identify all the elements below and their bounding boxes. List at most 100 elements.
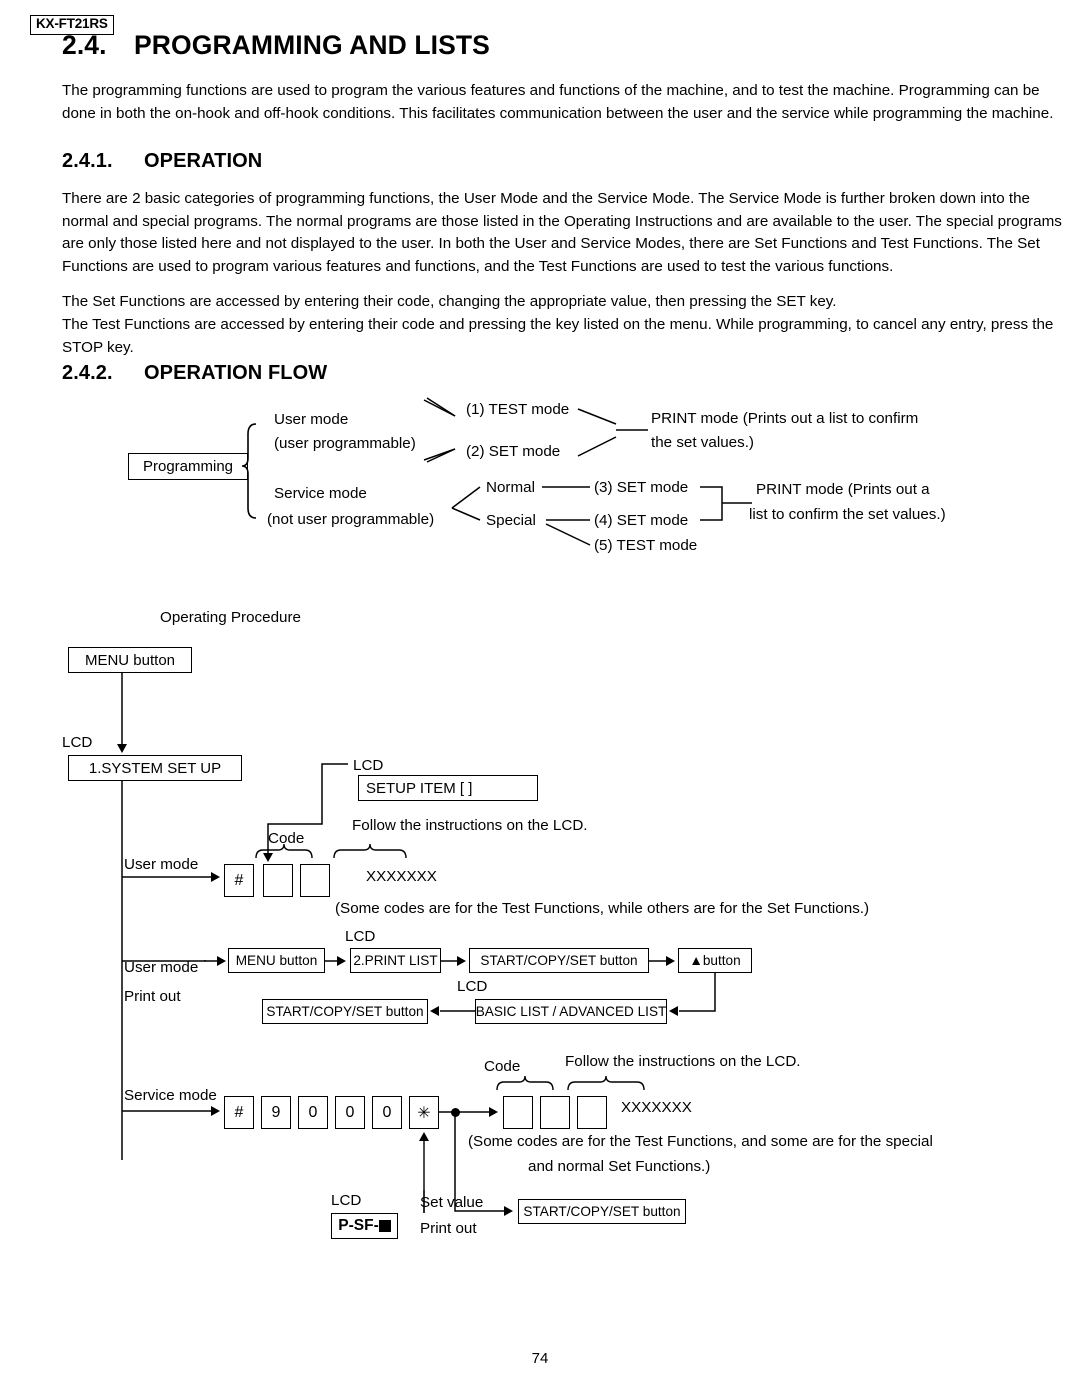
section-operation-flow-number: 2.4.2. (62, 362, 113, 384)
service-mode-label: Service mode (124, 1087, 217, 1104)
intro-paragraph: The programming functions are used to pr… (62, 82, 1054, 122)
note-user-codes: (Some codes are for the Test Functions, … (335, 900, 870, 917)
lcd-print-list-label: 2.PRINT LIST (353, 953, 438, 968)
tree-service-mode-line2: (not user programmable) (267, 511, 435, 528)
service-key-4-label: 0 (382, 1103, 392, 1121)
print-out-label-service: Print out (420, 1220, 477, 1237)
tree-mode-4: (4) SET mode (594, 512, 689, 529)
up-arrow-button[interactable]: ▲button (678, 948, 752, 973)
tree-mode-3: (3) SET mode (594, 479, 689, 496)
xxxxxxx-user: XXXXXXX (366, 868, 437, 885)
service-key-4[interactable]: 0 (372, 1096, 402, 1129)
hash-key-user[interactable]: # (224, 864, 254, 897)
tree-user-mode-line1: User mode (274, 411, 349, 428)
arrow-to-start-copy-set-3 (504, 1206, 513, 1216)
service-key-1-label: 9 (271, 1103, 281, 1121)
operation-paragraph-1: There are 2 basic categories of programm… (62, 190, 1062, 275)
xxxxxxx-service: XXXXXXX (621, 1099, 692, 1116)
tree-special: Special (486, 512, 536, 529)
arrow-into-code-cells-user (263, 853, 273, 862)
service-key-5[interactable]: ✳ (409, 1096, 439, 1129)
user-mode-label-print: User mode (124, 959, 199, 976)
tree-mode-2: (2) SET mode (466, 443, 561, 460)
service-key-0-label: # (234, 1103, 244, 1121)
service-key-0[interactable]: # (224, 1096, 254, 1129)
start-copy-set-button-3-label: START/COPY/SET button (523, 1204, 681, 1219)
arrow-start-to-up-button (666, 956, 675, 966)
filled-square-icon (378, 1220, 391, 1232)
code-label-service: Code (484, 1058, 521, 1075)
code-cell-service-1[interactable] (503, 1096, 533, 1129)
lcd-label-print-list: LCD (345, 928, 376, 945)
follow-instructions-service: Follow the instructions on the LCD. (565, 1053, 801, 1070)
arrow-to-code-cells-service (489, 1107, 498, 1117)
section-operation-number: 2.4.1. (62, 150, 113, 172)
start-copy-set-button-3[interactable]: START/COPY/SET button (518, 1199, 686, 1224)
note-service-line1: (Some codes are for the Test Functions, … (468, 1133, 933, 1150)
tree-service-mode-line1: Service mode (274, 485, 367, 502)
page-title-number: 2.4. (62, 30, 107, 60)
arrow-user-mode-to-hash (211, 872, 220, 882)
tree-root-label: Programming (142, 458, 234, 475)
start-copy-set-button-1[interactable]: START/COPY/SET button (469, 948, 649, 973)
arrow-print-list-to-start (457, 956, 466, 966)
code-cell-service-3[interactable] (577, 1096, 607, 1129)
lcd-label-basic-advanced: LCD (457, 978, 488, 995)
page-number: 74 (531, 1350, 549, 1367)
arrow-menu-to-system-setup (117, 744, 127, 753)
arrow-service-mode-to-keys (211, 1106, 220, 1116)
user-mode-label-code: User mode (124, 856, 199, 873)
tree-print-upper-line1: PRINT mode (Prints out a list to confirm (651, 410, 919, 427)
note-service-line2: and normal Set Functions.) (528, 1158, 711, 1175)
arrow-to-menu-button-print (217, 956, 226, 966)
lcd-basic-advanced-list-label: BASIC LIST / ADVANCED LIST (475, 1004, 667, 1019)
service-key-1[interactable]: 9 (261, 1096, 291, 1129)
lcd-psf-box: P-SF- (331, 1213, 398, 1239)
operating-procedure-title: Operating Procedure (160, 609, 301, 626)
tree-normal: Normal (486, 479, 535, 496)
tree-print-upper-line2: the set values.) (651, 434, 754, 451)
follow-instructions-user: Follow the instructions on the LCD. (352, 817, 588, 834)
section-operation-title: OPERATION (144, 150, 263, 172)
arrow-basic-list-to-start (430, 1006, 439, 1016)
tree-user-mode-line2: (user programmable) (274, 435, 416, 452)
lcd-setup-item-box: SETUP ITEM [ ] (358, 775, 538, 801)
service-key-2[interactable]: 0 (298, 1096, 328, 1129)
page-title: 2.4. PROGRAMMING AND LISTS (62, 30, 490, 61)
lcd-label-system-setup: LCD (62, 734, 93, 751)
lcd-psf-label: P-SF- (338, 1217, 379, 1234)
menu-button-box-print[interactable]: MENU button (228, 948, 325, 973)
tree-print-lower-line1: PRINT mode (Prints out a (756, 481, 930, 498)
junction-dot-service (451, 1108, 460, 1117)
lcd-basic-advanced-list-box: BASIC LIST / ADVANCED LIST (475, 999, 667, 1024)
arrow-menu-to-print-list (337, 956, 346, 966)
start-copy-set-button-1-label: START/COPY/SET button (480, 953, 638, 968)
lcd-system-setup-label: 1.SYSTEM SET UP (88, 759, 222, 777)
page-title-text: PROGRAMMING AND LISTS (134, 30, 490, 60)
tree-mode-1: (1) TEST mode (466, 401, 570, 418)
section-heading-operation-flow: 2.4.2. OPERATION FLOW (62, 362, 327, 385)
lcd-label-psf: LCD (331, 1192, 362, 1209)
print-out-label-user: Print out (124, 988, 181, 1005)
up-arrow-button-label: ▲button (689, 953, 741, 968)
arrow-psf-up-to-star (419, 1132, 429, 1141)
section-heading-operation: 2.4.1. OPERATION (62, 150, 262, 173)
menu-button-box-top[interactable]: MENU button (68, 647, 192, 673)
section-operation-flow-title: OPERATION FLOW (144, 362, 328, 384)
lcd-label-setup-item: LCD (353, 757, 384, 774)
lcd-system-setup-box: 1.SYSTEM SET UP (68, 755, 242, 781)
menu-button-print-label: MENU button (235, 953, 318, 968)
lcd-print-list-box: 2.PRINT LIST (350, 948, 441, 973)
menu-button-label: MENU button (84, 651, 176, 669)
hash-key-user-label: # (234, 871, 244, 889)
code-cell-user-2[interactable] (300, 864, 330, 897)
code-label-user: Code (268, 830, 305, 847)
start-copy-set-button-2[interactable]: START/COPY/SET button (262, 999, 428, 1024)
service-key-3[interactable]: 0 (335, 1096, 365, 1129)
service-key-5-label: ✳ (417, 1104, 431, 1122)
start-copy-set-button-2-label: START/COPY/SET button (266, 1004, 424, 1019)
service-key-2-label: 0 (308, 1103, 318, 1121)
lcd-setup-item-label: SETUP ITEM [ ] (366, 779, 473, 797)
code-cell-service-2[interactable] (540, 1096, 570, 1129)
code-cell-user-1[interactable] (263, 864, 293, 897)
